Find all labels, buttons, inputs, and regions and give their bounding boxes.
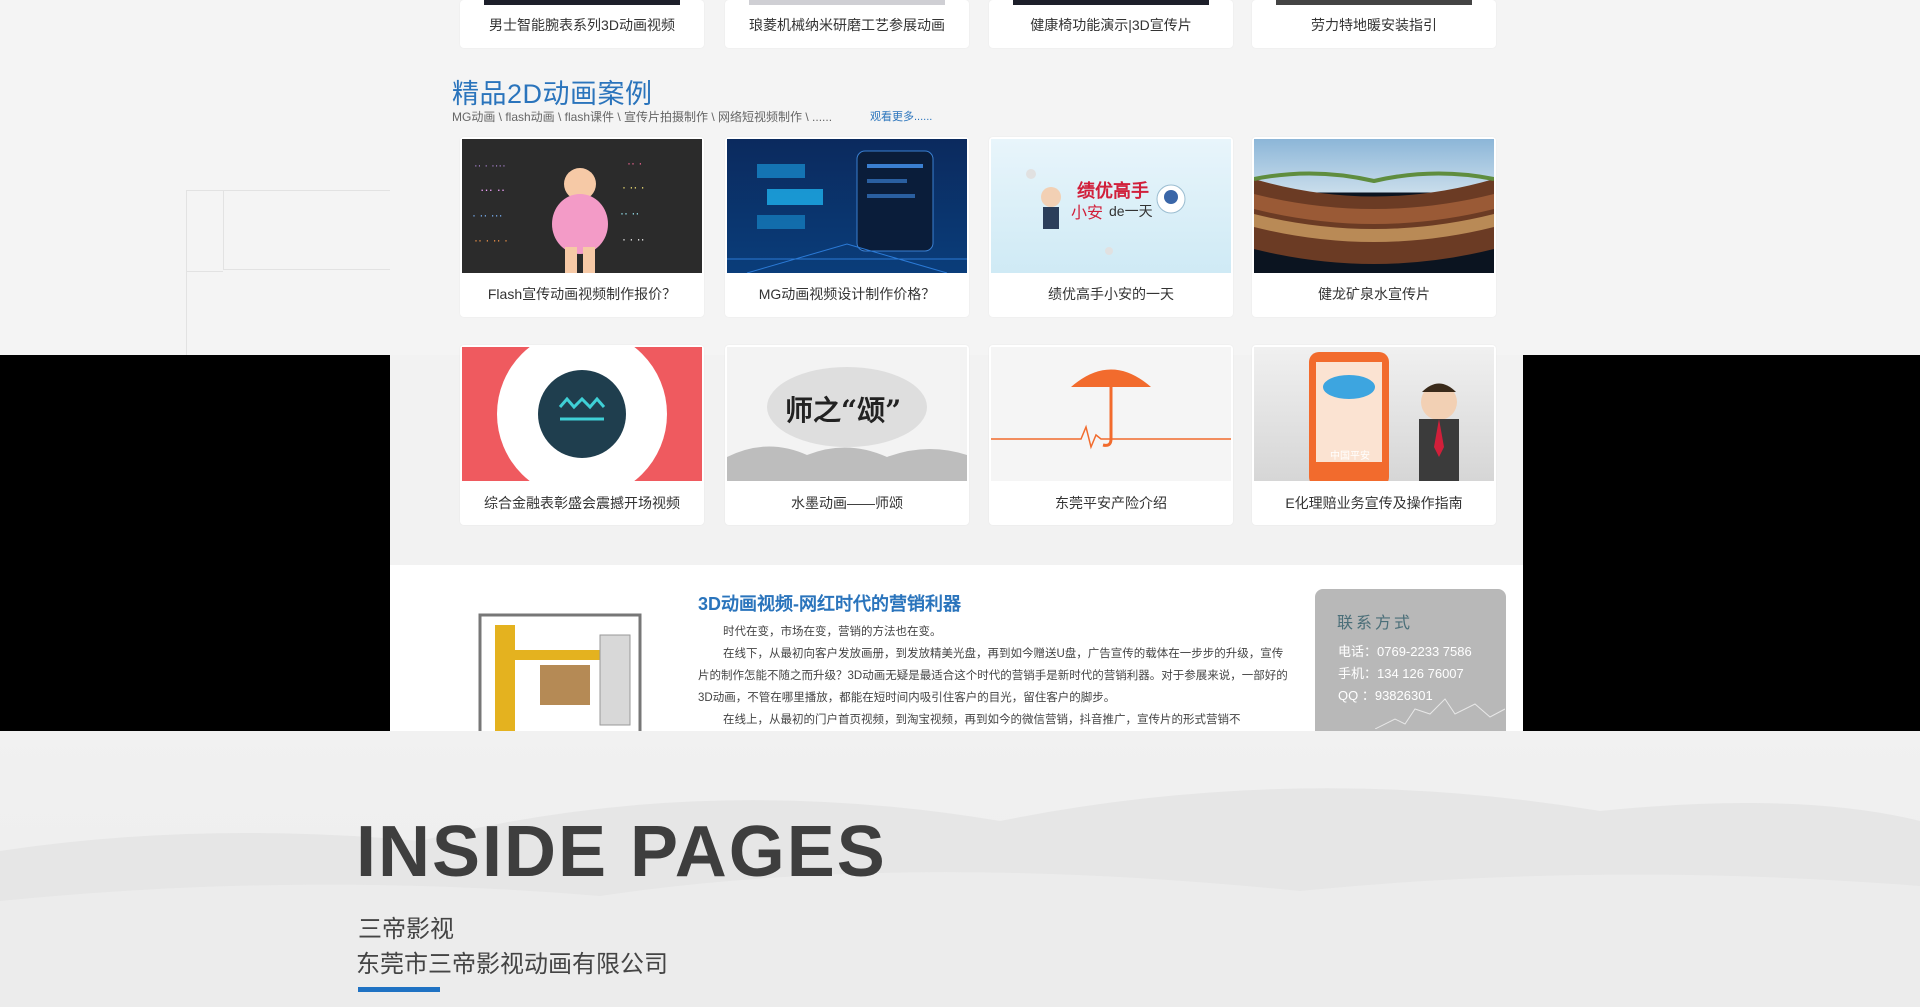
case-caption: 劳力特地暖安装指引 xyxy=(1311,17,1437,33)
section-subtitle: MG动画 \ flash动画 \ flash课件 \ 宣传片拍摄制作 \ 网络短… xyxy=(452,110,833,124)
svg-text:·· · ····: ·· · ···· xyxy=(474,160,506,172)
case-card[interactable]: 绩优高手 小安 de一天 绩优高手小安的一天 xyxy=(989,137,1233,317)
case-card[interactable]: 健龙矿泉水宣传片 xyxy=(1252,137,1496,317)
case-card[interactable]: 师之“颂” 水墨动画——师颂 xyxy=(725,345,969,525)
case-card[interactable]: 中国平安 E化理赔业务宣传及操作指南 xyxy=(1252,345,1496,525)
city-sketch xyxy=(1375,698,1505,729)
article-title: 3D动画视频-网红时代的营销利器 xyxy=(698,594,962,614)
svg-text:··· ··: ··· ·· xyxy=(480,182,505,197)
footer-section: INSIDE PAGES 三帝影视 东莞市三帝影视动画有限公司 xyxy=(0,731,1920,1007)
case-caption: 绩优高手小安的一天 xyxy=(1048,286,1174,302)
thumb-edge xyxy=(1276,0,1472,5)
case-caption: MG动画视频设计制作价格？ xyxy=(758,286,936,302)
thumb-edge xyxy=(484,0,680,5)
accent-bar xyxy=(358,987,440,992)
article-paragraph: 在线下，从最初向客户发放画册，到发放精美光盘，再到如今赠送U盘，广告宣传的载体在… xyxy=(698,648,1288,704)
case-caption: E化理赔业务宣传及操作指南 xyxy=(1285,495,1463,511)
section-title: 精品2D动画案例 xyxy=(452,79,653,109)
overlay-name: 小安 xyxy=(1071,205,1104,222)
earth-layers-image xyxy=(1254,171,1494,264)
contact-mobile: 手机：134 126 76007 xyxy=(1338,666,1464,681)
tech-image xyxy=(727,150,967,273)
case-thumbnail xyxy=(1254,139,1494,273)
svg-text:· ·· ···: · ·· ··· xyxy=(472,208,503,222)
case-card[interactable]: 健康椅功能演示|3D宣传片 xyxy=(989,0,1233,48)
case-card[interactable]: 综合金融表彰盛会震撼开场视频 xyxy=(460,345,704,525)
thumb-edge xyxy=(749,0,945,5)
overlay-day: de一天 xyxy=(1109,203,1153,219)
machine-image xyxy=(478,613,642,731)
case-card[interactable]: ·· · ···· ··· ·· · ·· ··· ·· · ·· · ·· ·… xyxy=(460,137,704,317)
case-caption: 琅菱机械纳米研磨工艺参展动画 xyxy=(749,17,945,33)
company-full-name: 东莞市三帝影视动画有限公司 xyxy=(356,951,668,978)
svg-text:·· · ·· ·: ·· · ·· · xyxy=(474,233,508,247)
inside-pages-title: INSIDE PAGES xyxy=(356,812,887,892)
thumb-edge xyxy=(1013,0,1209,5)
overlay-brand: 中国平安 xyxy=(1330,451,1370,462)
case-thumbnail xyxy=(991,347,1231,481)
logo-image xyxy=(497,347,667,481)
contact-title: 联系方式 xyxy=(1337,613,1414,632)
contact-panel: 联系方式 电话：0769-2233 7586 手机：134 126 76007 … xyxy=(1315,589,1506,731)
umbrella-image xyxy=(991,369,1231,450)
case-thumbnail: 师之“颂” xyxy=(727,347,967,481)
case-thumbnail: 绩优高手 小安 de一天 xyxy=(991,139,1231,273)
case-card[interactable]: 劳力特地暖安装指引 xyxy=(1252,0,1496,48)
case-caption: 男士智能腕表系列3D动画视频 xyxy=(489,17,675,33)
overlay-title: 师之“颂” xyxy=(785,394,902,427)
svg-text:· ·· ·: · ·· · xyxy=(622,180,645,194)
case-caption: 健康椅功能演示|3D宣传片 xyxy=(1030,17,1192,33)
case-card[interactable]: 男士智能腕表系列3D动画视频 xyxy=(460,0,704,48)
svg-text:·· ·: ·· · xyxy=(627,156,642,170)
case-thumbnail: 中国平安 xyxy=(1254,347,1494,481)
case-caption: 东莞平安产险介绍 xyxy=(1055,495,1167,511)
case-thumbnail xyxy=(727,139,967,273)
phone-man-image xyxy=(1309,352,1459,481)
case-card[interactable]: MG动画视频设计制作价格？ xyxy=(725,137,969,317)
article-paragraph: 时代在变，市场在变，营销的方法也在变。 xyxy=(723,626,942,638)
case-caption: 水墨动画——师颂 xyxy=(791,495,903,511)
company-short-name: 三帝影视 xyxy=(358,916,454,943)
decorative-lines xyxy=(186,190,393,356)
case-card[interactable]: 琅菱机械纳米研磨工艺参展动画 xyxy=(725,0,969,48)
svg-text:· · ··: · · ·· xyxy=(622,232,645,246)
case-caption: 健龙矿泉水宣传片 xyxy=(1318,286,1430,302)
case-thumbnail xyxy=(462,347,702,481)
case-caption: Flash宣传动画视频制作报价？ xyxy=(487,286,677,302)
contact-phone: 电话：0769-2233 7586 xyxy=(1338,644,1472,659)
doodle-image: ·· · ···· ··· ·· · ·· ··· ·· · ·· · ·· ·… xyxy=(472,156,645,273)
case-card[interactable]: 东莞平安产险介绍 xyxy=(989,345,1233,525)
svg-text:·· ··: ·· ·· xyxy=(620,206,639,220)
article-paragraph: 在线上，从最初的门户首页视频，到淘宝视频，再到如今的微信营销，抖音推广，宣传片的… xyxy=(723,714,1241,726)
mountain-background xyxy=(0,788,1920,1007)
view-more-link[interactable]: 观看更多...... xyxy=(870,108,932,124)
article-block: 3D动画视频-网红时代的营销利器 时代在变，市场在变，营销的方法也在变。 在线下… xyxy=(390,565,1523,731)
case-thumbnail: ·· · ···· ··· ·· · ·· ··· ·· · ·· · ·· ·… xyxy=(462,139,702,273)
case-caption: 综合金融表彰盛会震撼开场视频 xyxy=(484,495,680,511)
